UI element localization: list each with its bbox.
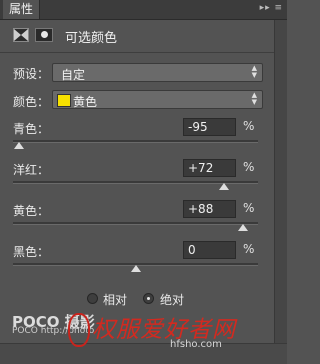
panel-scrollbar[interactable] — [274, 20, 287, 343]
yellow-label: 黄色： — [13, 204, 50, 218]
magenta-percent-label: % — [243, 160, 255, 174]
magenta-slider-thumb[interactable] — [218, 183, 229, 190]
magenta-value-field[interactable]: +72 — [183, 159, 236, 177]
panel-footer — [0, 343, 287, 364]
absolute-radio[interactable] — [143, 293, 154, 304]
cyan-percent-label: % — [243, 119, 255, 133]
brand-url-watermark: hfsho.com — [170, 339, 222, 350]
yellow-value-field[interactable]: +88 — [183, 200, 236, 218]
yellow-percent-label: % — [243, 201, 255, 215]
panel-title-bar: 属性 ▸▸ ≡ — [0, 0, 287, 20]
dropdown-arrows-icon: ▲ ▼ — [251, 64, 257, 79]
relative-radio[interactable] — [87, 293, 98, 304]
red-seal-icon — [68, 313, 90, 347]
black-percent-label: % — [243, 242, 255, 256]
colors-label: 颜色： — [13, 95, 50, 109]
absolute-label[interactable]: 绝对 — [160, 291, 184, 308]
colors-value: 黄色 — [73, 95, 98, 109]
cyan-value-field[interactable]: -95 — [183, 118, 236, 136]
yellow-slider-thumb[interactable] — [238, 224, 249, 231]
mask-icon[interactable] — [35, 28, 53, 42]
preset-value: 自定 — [61, 68, 86, 82]
black-label: 黑色： — [13, 245, 50, 259]
relative-label[interactable]: 相对 — [103, 291, 127, 308]
dropdown-arrows-icon: ▲ ▼ — [251, 91, 257, 106]
preset-dropdown[interactable]: 自定 ▲ ▼ — [52, 63, 263, 82]
panel-menu-icon[interactable]: ▸▸ ≡ — [260, 3, 283, 13]
preset-label: 预设： — [13, 67, 50, 81]
yellow-swatch — [57, 94, 71, 107]
adjustment-icon[interactable] — [13, 28, 29, 42]
properties-panel: 属性 ▸▸ ≡ 可选颜色 预设： 自定 ▲ ▼ 颜色： 黄色 ▲ ▼ 青色： -95… — [0, 0, 287, 364]
colors-dropdown[interactable]: 黄色 ▲ ▼ — [52, 90, 263, 109]
cyan-slider-thumb[interactable] — [14, 142, 25, 149]
tab-properties[interactable]: 属性 — [3, 0, 41, 19]
cyan-slider-track[interactable] — [13, 140, 258, 143]
magenta-label: 洋红： — [13, 163, 50, 177]
yellow-slider-track[interactable] — [13, 222, 258, 225]
black-slider-thumb[interactable] — [130, 265, 141, 272]
black-value-field[interactable]: 0 — [183, 241, 236, 259]
cyan-label: 青色： — [13, 122, 50, 136]
adjustment-title: 可选颜色 — [65, 31, 118, 46]
